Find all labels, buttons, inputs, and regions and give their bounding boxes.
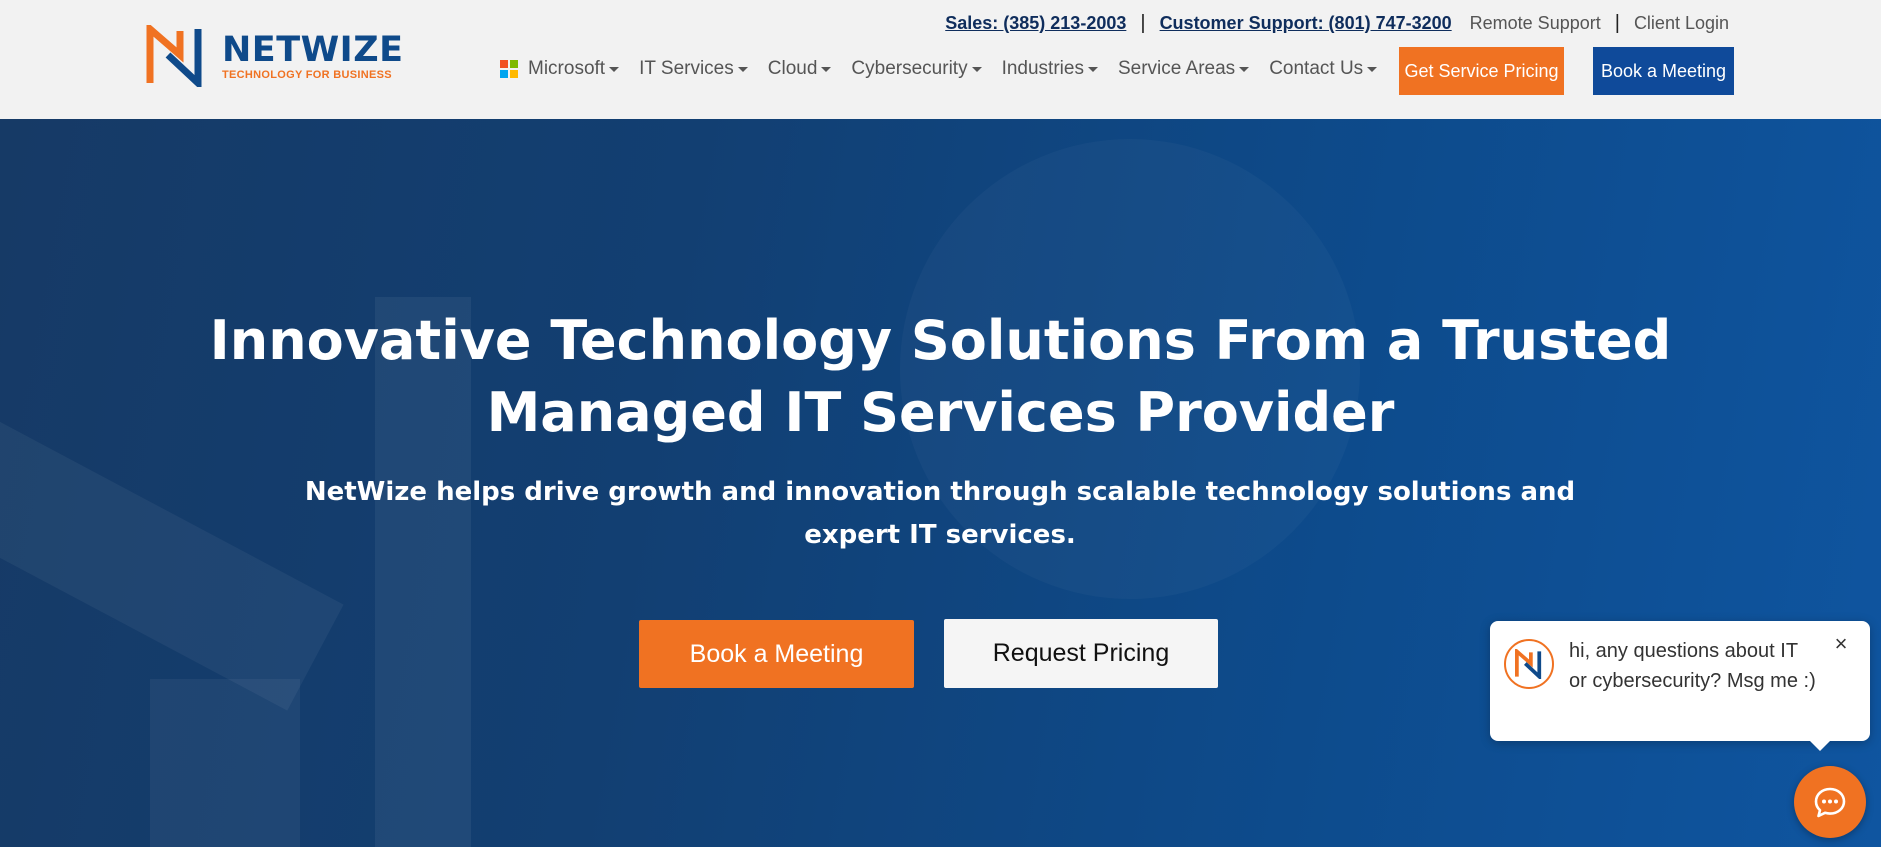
nav-item-label: Contact Us: [1269, 58, 1364, 79]
chat-icon: [1814, 787, 1846, 818]
caret-down-icon: [737, 66, 748, 72]
close-icon[interactable]: ×: [1830, 633, 1852, 655]
nav-item-label: Cybersecurity: [851, 58, 968, 79]
caret-down-icon: [1367, 66, 1378, 72]
request-pricing-button[interactable]: Request Pricing: [944, 619, 1218, 688]
caret-down-icon: [1239, 66, 1250, 72]
site-header: NETWIZE TECHNOLOGY FOR BUSINESS Sales: (…: [0, 0, 1881, 119]
client-login-link[interactable]: Client Login: [1634, 13, 1729, 34]
chat-avatar: [1504, 639, 1554, 689]
chat-message: hi, any questions about IT or cybersecur…: [1569, 640, 1816, 692]
caret-down-icon: [609, 66, 620, 72]
support-phone-link[interactable]: Customer Support: (801) 747-3200: [1160, 13, 1452, 34]
hero-subtitle: NetWize helps drive growth and innovatio…: [304, 477, 1576, 550]
nav-item-label: Microsoft: [528, 58, 606, 79]
logo-name: NETWIZE: [222, 29, 404, 70]
nav-item-label: IT Services: [639, 58, 734, 79]
caret-down-icon: [1087, 66, 1098, 72]
nav-item-label: Industries: [1001, 58, 1084, 79]
nav-item-label: Cloud: [767, 58, 818, 79]
netwize-logo[interactable]: NETWIZE TECHNOLOGY FOR BUSINESS: [146, 25, 404, 87]
chat-prompt-bubble[interactable]: hi, any questions about IT or cybersecur…: [1490, 621, 1870, 751]
nav-item-microsoft[interactable]: Microsoft: [500, 58, 620, 80]
nav-item-cybersecurity[interactable]: Cybersecurity: [851, 58, 982, 80]
nav-item-it-services[interactable]: IT Services: [639, 58, 748, 80]
microsoft-icon: [500, 60, 518, 78]
remote-support-link[interactable]: Remote Support: [1470, 13, 1601, 34]
hero-title-line: Managed IT Services Provider: [486, 381, 1395, 444]
hero-background-shape: [0, 407, 344, 711]
logo-tagline: TECHNOLOGY FOR BUSINESS: [222, 68, 392, 81]
nav-item-label: Service Areas: [1117, 58, 1236, 79]
nav-item-contact-us[interactable]: Contact Us: [1269, 58, 1378, 80]
caret-down-icon: [971, 66, 982, 72]
chat-launcher-button[interactable]: [1794, 766, 1866, 838]
netwize-n-logo-icon: [146, 25, 202, 87]
book-meeting-header-button[interactable]: Book a Meeting: [1593, 47, 1734, 95]
main-nav: Microsoft IT Services Cloud Cybersecurit…: [500, 58, 1397, 80]
topbar: Sales: (385) 213-2003 | Customer Support…: [945, 12, 1729, 35]
get-service-pricing-button[interactable]: Get Service Pricing: [1399, 47, 1564, 95]
nav-item-industries[interactable]: Industries: [1002, 58, 1098, 80]
nav-item-service-areas[interactable]: Service Areas: [1117, 58, 1250, 80]
hero-title: Innovative Technology Solutions From a T…: [0, 305, 1881, 449]
hero-title-line: Innovative Technology Solutions From a T…: [209, 309, 1672, 372]
hero-background-shape: [150, 679, 300, 847]
book-meeting-button[interactable]: Book a Meeting: [639, 620, 914, 688]
sales-phone-link[interactable]: Sales: (385) 213-2003: [945, 13, 1126, 34]
netwize-n-logo-icon: [1515, 649, 1542, 679]
caret-down-icon: [821, 66, 832, 72]
topbar-separator: |: [1614, 12, 1620, 34]
nav-item-cloud[interactable]: Cloud: [768, 58, 832, 80]
topbar-separator: |: [1140, 12, 1146, 34]
